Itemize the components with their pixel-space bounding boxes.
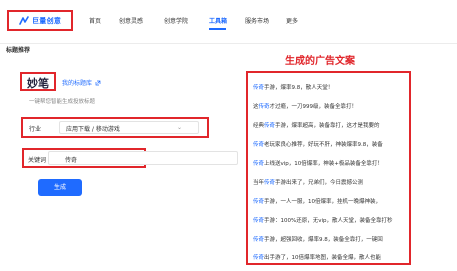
result-keyword: 传奇: [253, 161, 265, 167]
nav-service-market[interactable]: 服务市场: [245, 16, 269, 25]
nav-academy[interactable]: 创意学院: [164, 16, 188, 25]
logo-text: 巨量创意: [32, 17, 62, 25]
result-text: 手游，爆率超高，装备靠打，这才是我要的: [275, 123, 380, 129]
nav-more[interactable]: 更多: [286, 16, 298, 25]
result-keyword: 传奇: [264, 123, 276, 129]
result-item[interactable]: 传奇手游，爆率9.8，散人天堂！: [253, 83, 333, 91]
nav-toolbox[interactable]: 工具箱: [209, 16, 227, 25]
result-keyword: 传奇: [258, 104, 270, 110]
tool-title: 妙笔: [27, 77, 49, 90]
result-item[interactable]: 传奇手游：100%还原，无vip，散人天堂，装备全靠打秒: [253, 216, 393, 224]
result-item[interactable]: 传奇出手游了，10倍爆率地图，装备全爆，散人也能: [253, 253, 381, 261]
result-item[interactable]: 这传奇才过瘾，一刀999级，装备全靠打！: [253, 102, 357, 110]
keyword-label: 关键词: [28, 157, 47, 164]
result-text: 手游，超强回收，爆率9.8，装备全靠打，一键回: [264, 237, 383, 243]
result-keyword: 传奇: [253, 218, 265, 224]
result-text: 出手游了，10倍爆率地图，装备全爆，散人也能: [264, 255, 382, 261]
result-keyword: 传奇: [253, 85, 265, 91]
result-text: 手游，爆率9.8，散人天堂！: [264, 85, 334, 91]
keyword-input[interactable]: 传奇: [48, 151, 238, 165]
chevron-down-icon: ⌄: [176, 124, 182, 131]
result-text: 老玩家良心推荐，好玩不肝，神装爆率9.8，装备: [264, 142, 383, 148]
tool-subtitle: 一键帮您智能生成投放标题: [29, 99, 96, 105]
industry-field: 行业 应用下载 / 移动游戏 ⌄: [21, 117, 209, 138]
result-item[interactable]: 当年传奇手游出来了，兄弟们，今日震撼公测: [253, 178, 363, 186]
industry-select[interactable]: 应用下载 / 移动游戏 ⌄: [59, 121, 199, 134]
my-library-label: 我的标题库: [62, 80, 93, 87]
result-text: 手游出来了，兄弟们，今日震撼公测: [275, 180, 364, 186]
result-text: 手游，一人一服，10倍爆率，挂机一晚爆神装，: [264, 199, 382, 205]
result-keyword: 传奇: [253, 199, 265, 205]
my-library-link[interactable]: 我的标题库: [62, 78, 101, 87]
result-list: 传奇手游，爆率9.8，散人天堂！ 这传奇才过瘾，一刀999级，装备全靠打！ 经典…: [246, 71, 411, 265]
keyword-value: 传奇: [65, 157, 78, 164]
result-item[interactable]: 传奇手游，一人一服，10倍爆率，挂机一晚爆神装，: [253, 197, 381, 205]
external-link-icon: [95, 80, 101, 86]
nav-inspiration[interactable]: 创意灵感: [119, 16, 143, 25]
result-keyword: 传奇: [264, 180, 276, 186]
tool-title-box: 妙笔: [20, 72, 56, 91]
nav-active-indicator: [209, 28, 226, 30]
nav-home[interactable]: 首页: [89, 16, 101, 25]
generate-button[interactable]: 生成: [38, 179, 82, 196]
result-text: 上线送vip，10倍爆率，神装+极品装备全靠打！: [264, 161, 383, 167]
result-item[interactable]: 传奇老玩家良心推荐，好玩不肝，神装爆率9.8，装备: [253, 140, 383, 148]
top-header: 巨量创意 首页 创意灵感 创意学院 工具箱 服务市场 更多: [0, 0, 457, 44]
logo-icon: [19, 16, 29, 25]
result-item[interactable]: 传奇手游，超强回收，爆率9.8，装备全靠打，一键回: [253, 235, 383, 243]
result-title: 生成的广告文案: [285, 56, 355, 67]
industry-label: 行业: [29, 126, 42, 133]
result-keyword: 传奇: [253, 142, 265, 148]
result-item[interactable]: 传奇上线送vip，10倍爆率，神装+极品装备全靠打！: [253, 159, 383, 167]
brand-logo[interactable]: 巨量创意: [7, 10, 73, 31]
result-keyword: 传奇: [253, 255, 265, 261]
result-item[interactable]: 经典传奇手游，爆率超高，装备靠打，这才是我要的: [253, 121, 380, 129]
breadcrumb: 标题推荐: [6, 47, 31, 54]
result-text: 当年: [253, 180, 265, 186]
industry-value: 应用下载 / 移动游戏: [66, 126, 120, 133]
result-text: 经典: [253, 123, 265, 129]
result-text: 手游：100%还原，无vip，散人天堂，装备全靠打秒: [264, 218, 393, 224]
keyword-field: 关键词 传奇: [22, 148, 238, 168]
result-text: 才过瘾，一刀999级，装备全靠打！: [269, 104, 358, 110]
result-keyword: 传奇: [253, 237, 265, 243]
